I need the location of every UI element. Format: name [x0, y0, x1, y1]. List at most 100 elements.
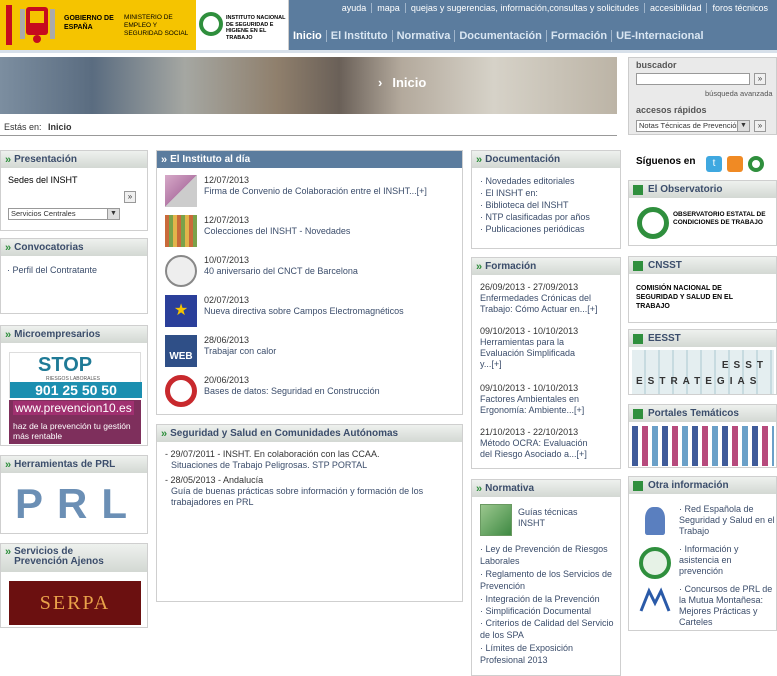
herramientas-box: » Herramientas de PRL PRL [0, 455, 148, 534]
quick-access-go-button[interactable]: » [754, 120, 766, 132]
doc-link[interactable]: · El INSHT en: [480, 187, 590, 199]
news-item[interactable]: ★ 02/07/2013 Nueva directiva sobre Campos… [165, 295, 404, 329]
green-square-icon [633, 184, 643, 195]
course-line: Evaluación Simplificada [480, 348, 576, 358]
news-text[interactable]: Firma de Convenio de Colaboración entre … [204, 186, 427, 197]
double-chevron-icon: » [5, 153, 11, 166]
search-input[interactable] [636, 73, 750, 85]
norm-link[interactable]: · Integración de la Prevención [480, 593, 618, 605]
otra-info-box: Otra información · Red Española de Segur… [628, 476, 777, 631]
course-item[interactable]: 21/10/2013 - 22/10/2013 Método OCRA: Eva… [480, 427, 618, 460]
rss-icon[interactable] [727, 156, 743, 172]
news-thumbnail [165, 215, 197, 247]
stop-banner[interactable]: STOP RIESGOS LABORALES 901 25 50 50 [9, 352, 142, 398]
insht-social-icon[interactable] [748, 156, 764, 172]
news-text[interactable]: Trabajar con calor [204, 346, 276, 357]
coat-of-arms-icon [6, 3, 60, 47]
instituto-header: » El Instituto al día [157, 151, 462, 168]
main-nav: Inicio El Instituto Normativa Documentac… [289, 24, 708, 48]
advanced-search-link[interactable]: búsqueda avanzada [705, 89, 773, 98]
siguenos-label: Síguenos en [636, 156, 696, 167]
gov-text: GOBIERNO DE ESPAÑA [64, 15, 114, 31]
cnsst-text[interactable]: COMISIÓN NACIONAL DE SEGURIDAD Y SALUD E… [636, 284, 756, 311]
government-logo[interactable]: GOBIERNO DE ESPAÑA MINISTERIO DE EMPLEO … [0, 0, 196, 50]
news-text[interactable]: Colecciones del INSHT - Novedades [204, 226, 350, 237]
doc-link-text: Biblioteca del INSHT [485, 200, 569, 210]
doc-link[interactable]: · NTP clasificadas por años [480, 211, 590, 223]
nav-inicio[interactable]: Inicio [289, 30, 326, 42]
portales-title: Portales Temáticos [648, 408, 739, 419]
otra-info-title: Otra información [648, 480, 729, 491]
otra-link[interactable]: · Red Española de Seguridad y Salud en e… [679, 504, 775, 537]
observatorio-title: El Observatorio [648, 184, 723, 195]
quick-access-select[interactable]: Notas Técnicas de Prevención ▼ [636, 120, 750, 132]
link-ayuda[interactable]: ayuda [337, 3, 372, 13]
course-dates: 21/10/2013 - 22/10/2013 [480, 427, 579, 437]
news-item[interactable]: 10/07/2013 40 aniversario del CNCT de Bar… [165, 255, 358, 289]
link-mapa[interactable]: mapa [371, 3, 405, 13]
servicios-header: » Servicios de Prevención Ajenos [1, 544, 147, 572]
sedes-select[interactable]: Servicios Centrales ▼ [8, 208, 120, 220]
stop-title: STOP [38, 354, 93, 376]
nav-documentacion[interactable]: Documentación [454, 30, 546, 42]
doc-link-text: NTP clasificadas por años [485, 212, 590, 222]
portales-thumbnails[interactable] [632, 426, 774, 466]
doc-link[interactable]: · Biblioteca del INSHT [480, 199, 590, 211]
serpa-logo[interactable]: SERPA [9, 581, 141, 625]
news-text[interactable]: 40 aniversario del CNCT de Barcelona [204, 266, 358, 277]
course-item[interactable]: 09/10/2013 - 10/10/2013 Factores Ambient… [480, 383, 618, 416]
news-item[interactable]: 20/06/2013 Bases de datos: Seguridad en C… [165, 375, 380, 409]
eesst-logo[interactable]: ESST ESTRATEGIAS [632, 350, 774, 394]
search-go-button[interactable]: » [754, 73, 766, 85]
ccaa-item[interactable]: - 29/07/2011 - INSHT. En colaboración co… [165, 449, 455, 471]
guias-link[interactable]: Guías técnicas INSHT [518, 507, 588, 529]
news-item[interactable]: 12/07/2013 Firma de Convenio de Colaborac… [165, 175, 427, 209]
insht-logo[interactable]: INSTITUTO NACIONAL DE SEGURIDAD E HIGIEN… [196, 0, 289, 50]
double-chevron-icon: » [476, 260, 482, 273]
doc-link[interactable]: · Novedades editoriales [480, 175, 590, 187]
perfil-contratante-text: Perfil del Contratante [12, 265, 98, 275]
norm-link[interactable]: · Simplificación Documental [480, 605, 618, 617]
web-icon: WEB [165, 335, 197, 367]
news-text[interactable]: Bases de datos: Seguridad en Construcció… [204, 386, 380, 397]
double-chevron-icon: » [5, 241, 11, 254]
link-quejas[interactable]: quejas y sugerencias, información,consul… [404, 3, 644, 13]
observatorio-logo-icon[interactable] [637, 207, 669, 239]
twitter-icon[interactable]: t [706, 156, 722, 172]
ccaa-title: Seguridad y Salud en Comunidades Autónom… [170, 428, 399, 439]
otra-link[interactable]: · Información y asistencia en prevención [679, 544, 775, 577]
ccaa-item-text[interactable]: Guía de buenas prácticas sobre informaci… [165, 486, 435, 508]
norm-link[interactable]: · Ley de Prevención de Riesgos Laborales [480, 543, 618, 567]
news-item[interactable]: WEB 28/06/2013 Trabajar con calor [165, 335, 276, 369]
normativa-title: Normativa [485, 483, 535, 494]
cnsst-header: CNSST [629, 257, 776, 274]
perfil-contratante-link[interactable]: · Perfil del Contratante [7, 264, 97, 276]
nav-normativa[interactable]: Normativa [391, 30, 455, 42]
eesst-box: EESST ESST ESTRATEGIAS [628, 329, 777, 395]
news-text[interactable]: Nueva directiva sobre Campos Electromagn… [204, 306, 404, 317]
eesst-title: EESST [648, 333, 681, 344]
news-item[interactable]: 12/07/2013 Colecciones del INSHT - Noveda… [165, 215, 350, 249]
ccaa-item[interactable]: - 28/05/2013 - Andalucía Guía de buenas … [165, 475, 455, 508]
norm-link[interactable]: · Límites de Exposición Profesional 2013 [480, 642, 618, 666]
nav-el-instituto[interactable]: El Instituto [325, 30, 392, 42]
nav-formacion[interactable]: Formación [545, 30, 611, 42]
eesst-logo-top: ESST [721, 360, 768, 371]
nav-ue-internacional[interactable]: UE-Internacional [611, 30, 707, 42]
news-date: 28/06/2013 [204, 335, 250, 345]
otra-link[interactable]: · Concursos de PRL de la Mutua Montañesa… [679, 584, 775, 628]
prl-logo[interactable]: PRL [15, 481, 139, 527]
course-item[interactable]: 26/09/2013 - 27/09/2013 Enfermedades Cró… [480, 282, 618, 315]
ccaa-item-text[interactable]: Situaciones de Trabajo Peligrosas. STP P… [165, 460, 455, 471]
link-accesibilidad[interactable]: accesibilidad [643, 3, 707, 13]
prevencion10-banner[interactable]: www.prevencion10.es haz de la prevención… [9, 400, 141, 444]
sedes-go-button[interactable]: » [124, 191, 136, 203]
doc-link[interactable]: · Publicaciones periódicas [480, 223, 590, 235]
norm-link[interactable]: · Reglamento de los Servicios de Prevenc… [480, 568, 618, 592]
green-square-icon [633, 260, 643, 271]
norm-link[interactable]: · Criterios de Calidad del Servicio de l… [480, 617, 618, 641]
presentacion-title: Presentación [14, 154, 77, 165]
norm-link-text: Límites de Exposición Profesional 2013 [480, 643, 574, 665]
link-foros[interactable]: foros técnicos [706, 3, 773, 13]
course-item[interactable]: 09/10/2013 - 10/10/2013 Herramientas par… [480, 326, 618, 370]
